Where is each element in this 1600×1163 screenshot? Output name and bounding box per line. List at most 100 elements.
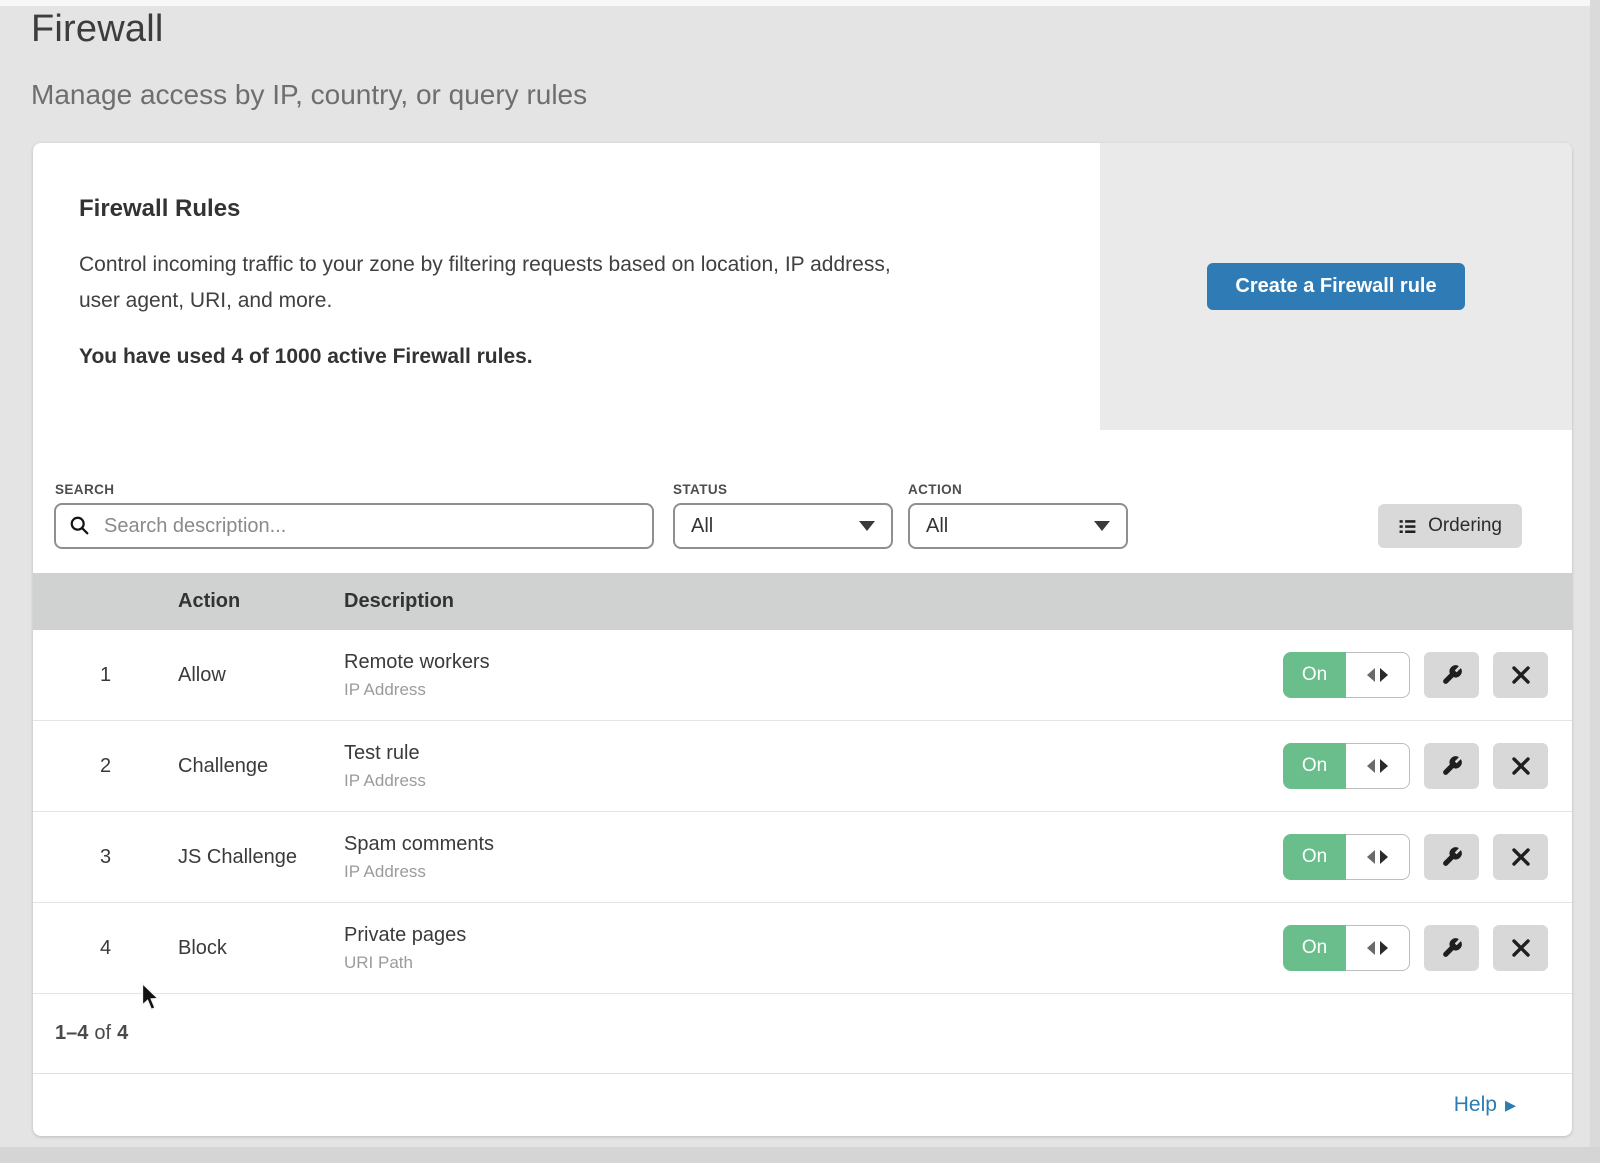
edit-rule-button[interactable]	[1424, 834, 1479, 880]
search-label: SEARCH	[55, 482, 114, 497]
help-arrow-icon: ▸	[1505, 1094, 1516, 1116]
column-action: Action	[178, 590, 344, 613]
x-icon	[1511, 665, 1531, 685]
card-footer: Help ▸	[33, 1074, 1572, 1136]
arrow-left-icon	[1367, 941, 1375, 955]
rule-enabled-toggle[interactable]: On	[1283, 834, 1410, 880]
rule-description-cell: Private pages URI Path	[344, 924, 1283, 973]
table-row: 4 Block Private pages URI Path On	[33, 903, 1572, 994]
rule-field: IP Address	[344, 862, 1283, 882]
rule-description: Private pages	[344, 924, 1283, 947]
toggle-on-state[interactable]: On	[1283, 743, 1346, 789]
rule-controls: On	[1283, 834, 1572, 880]
toggle-on-state[interactable]: On	[1283, 834, 1346, 880]
action-select[interactable]: All	[908, 503, 1128, 549]
delete-rule-button[interactable]	[1493, 925, 1548, 971]
help-link[interactable]: Help ▸	[1454, 1093, 1516, 1117]
pagination-range: 1–4	[55, 1022, 88, 1045]
wrench-icon	[1441, 664, 1463, 686]
status-select[interactable]: All	[673, 503, 893, 549]
rule-description: Test rule	[344, 742, 1283, 765]
table-row: 2 Challenge Test rule IP Address On	[33, 721, 1572, 812]
rule-controls: On	[1283, 743, 1572, 789]
screen-edge-bottom	[0, 1147, 1600, 1163]
rule-description-cell: Remote workers IP Address	[344, 651, 1283, 700]
rule-priority: 4	[33, 937, 178, 960]
rule-description: Remote workers	[344, 651, 1283, 674]
firewall-rules-intro: Firewall Rules Control incoming traffic …	[33, 143, 1100, 430]
edit-rule-button[interactable]	[1424, 925, 1479, 971]
pagination: 1–4 of 4	[33, 994, 1572, 1074]
toggle-on-state[interactable]: On	[1283, 925, 1346, 971]
toggle-drag-handle[interactable]	[1346, 834, 1410, 880]
delete-rule-button[interactable]	[1493, 652, 1548, 698]
filters-bar: SEARCH STATUS All ACTION All	[33, 430, 1572, 573]
rule-enabled-toggle[interactable]: On	[1283, 743, 1410, 789]
action-select-value: All	[926, 515, 1094, 538]
rule-enabled-toggle[interactable]: On	[1283, 925, 1410, 971]
arrow-right-icon	[1380, 850, 1388, 864]
search-input[interactable]	[54, 503, 654, 549]
page-subtitle: Manage access by IP, country, or query r…	[31, 79, 587, 111]
arrow-left-icon	[1367, 759, 1375, 773]
ordered-list-icon	[1398, 517, 1417, 536]
rule-priority: 3	[33, 846, 178, 869]
action-label: ACTION	[908, 482, 962, 497]
rule-priority: 1	[33, 664, 178, 687]
arrow-right-icon	[1380, 941, 1388, 955]
pagination-separator: of	[94, 1022, 111, 1045]
toggle-drag-handle[interactable]	[1346, 743, 1410, 789]
arrow-left-icon	[1367, 850, 1375, 864]
rule-description-cell: Spam comments IP Address	[344, 833, 1283, 882]
wrench-icon	[1441, 755, 1463, 777]
create-rule-panel: Create a Firewall rule	[1100, 143, 1572, 430]
x-icon	[1511, 938, 1531, 958]
rule-field: IP Address	[344, 680, 1283, 700]
x-icon	[1511, 847, 1531, 867]
rule-field: IP Address	[344, 771, 1283, 791]
rule-controls: On	[1283, 925, 1572, 971]
table-row: 1 Allow Remote workers IP Address On	[33, 630, 1572, 721]
table-row: 3 JS Challenge Spam comments IP Address …	[33, 812, 1572, 903]
status-label: STATUS	[673, 482, 727, 497]
table-header: Action Description	[33, 573, 1572, 630]
x-icon	[1511, 756, 1531, 776]
rule-action: Block	[178, 937, 344, 960]
rule-description-cell: Test rule IP Address	[344, 742, 1283, 791]
rule-priority: 2	[33, 755, 178, 778]
rule-enabled-toggle[interactable]: On	[1283, 652, 1410, 698]
page-header: Firewall Manage access by IP, country, o…	[31, 8, 587, 111]
card-description-line1: Control incoming traffic to your zone by…	[79, 247, 1054, 283]
toggle-drag-handle[interactable]	[1346, 652, 1410, 698]
column-description: Description	[344, 590, 1572, 613]
chevron-down-icon	[859, 521, 875, 531]
search-field-wrap	[54, 503, 654, 549]
firewall-rules-card: Firewall Rules Control incoming traffic …	[33, 143, 1572, 1136]
ordering-button[interactable]: Ordering	[1378, 504, 1522, 548]
status-select-value: All	[691, 515, 859, 538]
page-title: Firewall	[31, 8, 587, 51]
delete-rule-button[interactable]	[1493, 834, 1548, 880]
card-heading: Firewall Rules	[79, 195, 1054, 223]
screen-edge-right	[1590, 0, 1600, 1163]
rule-field: URI Path	[344, 953, 1283, 973]
card-description-line2: user agent, URI, and more.	[79, 283, 1054, 319]
arrow-left-icon	[1367, 668, 1375, 682]
firewall-page: Firewall Manage access by IP, country, o…	[0, 0, 1600, 1163]
create-firewall-rule-button[interactable]: Create a Firewall rule	[1207, 263, 1464, 310]
wrench-icon	[1441, 846, 1463, 868]
edit-rule-button[interactable]	[1424, 652, 1479, 698]
chevron-down-icon	[1094, 521, 1110, 531]
toggle-drag-handle[interactable]	[1346, 925, 1410, 971]
screen-edge-top	[0, 0, 1600, 6]
mouse-cursor	[140, 982, 162, 1012]
toggle-on-state[interactable]: On	[1283, 652, 1346, 698]
arrow-right-icon	[1380, 759, 1388, 773]
card-description: Control incoming traffic to your zone by…	[79, 247, 1054, 319]
card-top-section: Firewall Rules Control incoming traffic …	[33, 143, 1572, 430]
wrench-icon	[1441, 937, 1463, 959]
rule-description: Spam comments	[344, 833, 1283, 856]
edit-rule-button[interactable]	[1424, 743, 1479, 789]
rule-action: JS Challenge	[178, 846, 344, 869]
delete-rule-button[interactable]	[1493, 743, 1548, 789]
